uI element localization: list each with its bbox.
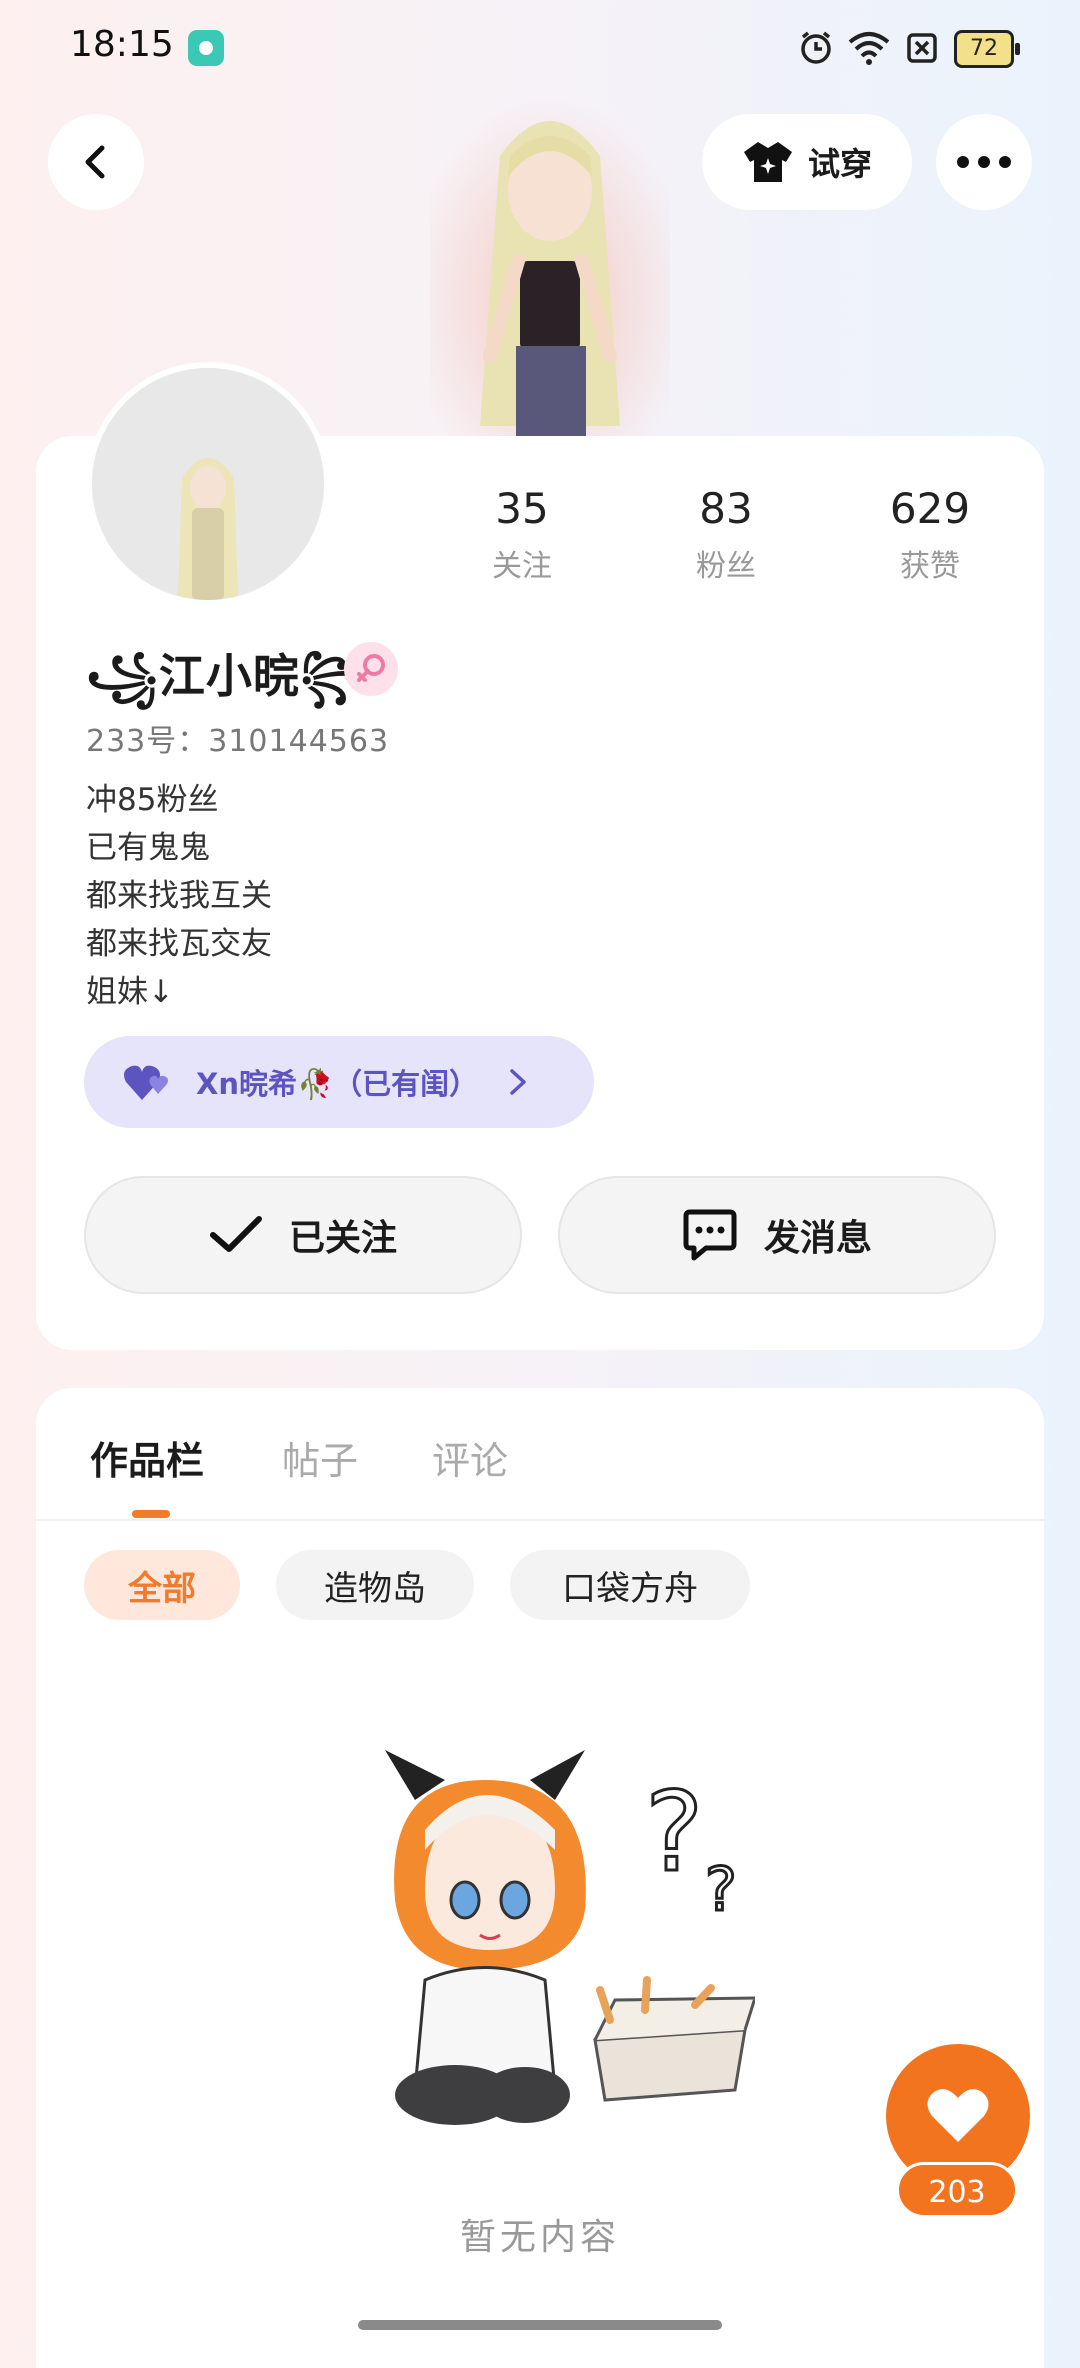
filter-all[interactable]: 全部 xyxy=(84,1550,240,1620)
stat-fans-value: 83 xyxy=(699,484,753,533)
check-icon xyxy=(209,1216,262,1252)
tab-works[interactable]: 作品栏 xyxy=(90,1430,204,1485)
chat-icon xyxy=(683,1209,737,1261)
female-gender-icon xyxy=(344,642,398,696)
bio: 冲85粉丝 已有鬼鬼 都来找我互关 都来找瓦交友 姐妹↓ xyxy=(86,776,272,1016)
empty-state-illustration: ? ? xyxy=(385,1750,755,2125)
alarm-icon xyxy=(801,31,831,64)
tab-comments[interactable]: 评论 xyxy=(432,1430,508,1485)
avatar-character-preview xyxy=(430,96,670,436)
app-notification-icon xyxy=(188,30,224,66)
svg-text:?: ? xyxy=(645,1768,703,1896)
stat-fans[interactable]: 83 粉丝 xyxy=(646,484,806,585)
wifi-icon xyxy=(848,32,890,65)
follow-button[interactable]: 已关注 xyxy=(84,1176,522,1294)
avatar[interactable] xyxy=(86,362,330,606)
filter-creation-island[interactable]: 造物岛 xyxy=(276,1550,474,1620)
try-on-button[interactable]: 试穿 xyxy=(702,114,912,210)
back-button[interactable] xyxy=(48,114,144,210)
status-bar: 18:15 72 xyxy=(0,0,1080,96)
bio-line: 都来找我互关 xyxy=(86,878,272,914)
bio-line: 已有鬼鬼 xyxy=(86,830,210,866)
back-arrow-icon xyxy=(85,145,105,179)
active-tab-indicator xyxy=(132,1510,170,1518)
hearts-icon xyxy=(124,1065,168,1100)
bio-line: 姐妹↓ xyxy=(86,974,174,1010)
filter-pocket-ark[interactable]: 口袋方舟 xyxy=(510,1550,750,1620)
battery-indicator: 72 xyxy=(954,30,1020,68)
bio-line: 冲85粉丝 xyxy=(86,782,219,818)
club-label: Xn晥希🥀（已有闺） xyxy=(196,1067,479,1101)
stat-likes[interactable]: 629 获赞 xyxy=(850,484,1010,585)
stat-following-value: 35 xyxy=(495,484,549,533)
stat-likes-value: 629 xyxy=(889,484,971,533)
heart-icon xyxy=(927,2089,989,2142)
follow-label: 已关注 xyxy=(288,1218,397,1259)
sim-blocked-icon xyxy=(907,33,937,63)
stat-following[interactable]: 35 关注 xyxy=(442,484,602,585)
stat-following-label: 关注 xyxy=(492,549,552,584)
message-label: 发消息 xyxy=(763,1218,872,1259)
like-count: 203 xyxy=(896,2162,1018,2218)
chevron-right-icon xyxy=(510,1069,526,1095)
more-button[interactable] xyxy=(936,114,1032,210)
user-id: 233号：310144563 xyxy=(86,724,390,759)
tab-divider xyxy=(36,1519,1044,1521)
stat-fans-label: 粉丝 xyxy=(696,549,756,584)
stat-likes-label: 获赞 xyxy=(900,549,960,584)
tab-posts[interactable]: 帖子 xyxy=(282,1430,358,1485)
tshirt-icon xyxy=(743,142,792,182)
more-dots-icon xyxy=(957,156,1011,168)
status-time: 18:15 xyxy=(70,24,174,65)
svg-text:?: ? xyxy=(705,1855,737,1925)
bio-line: 都来找瓦交友 xyxy=(86,926,272,962)
avatar-image xyxy=(92,368,324,600)
home-indicator[interactable] xyxy=(358,2320,722,2330)
club-badge[interactable]: Xn晥希🥀（已有闺） xyxy=(84,1036,594,1128)
try-on-label: 试穿 xyxy=(807,145,872,183)
message-button[interactable]: 发消息 xyxy=(558,1176,996,1294)
